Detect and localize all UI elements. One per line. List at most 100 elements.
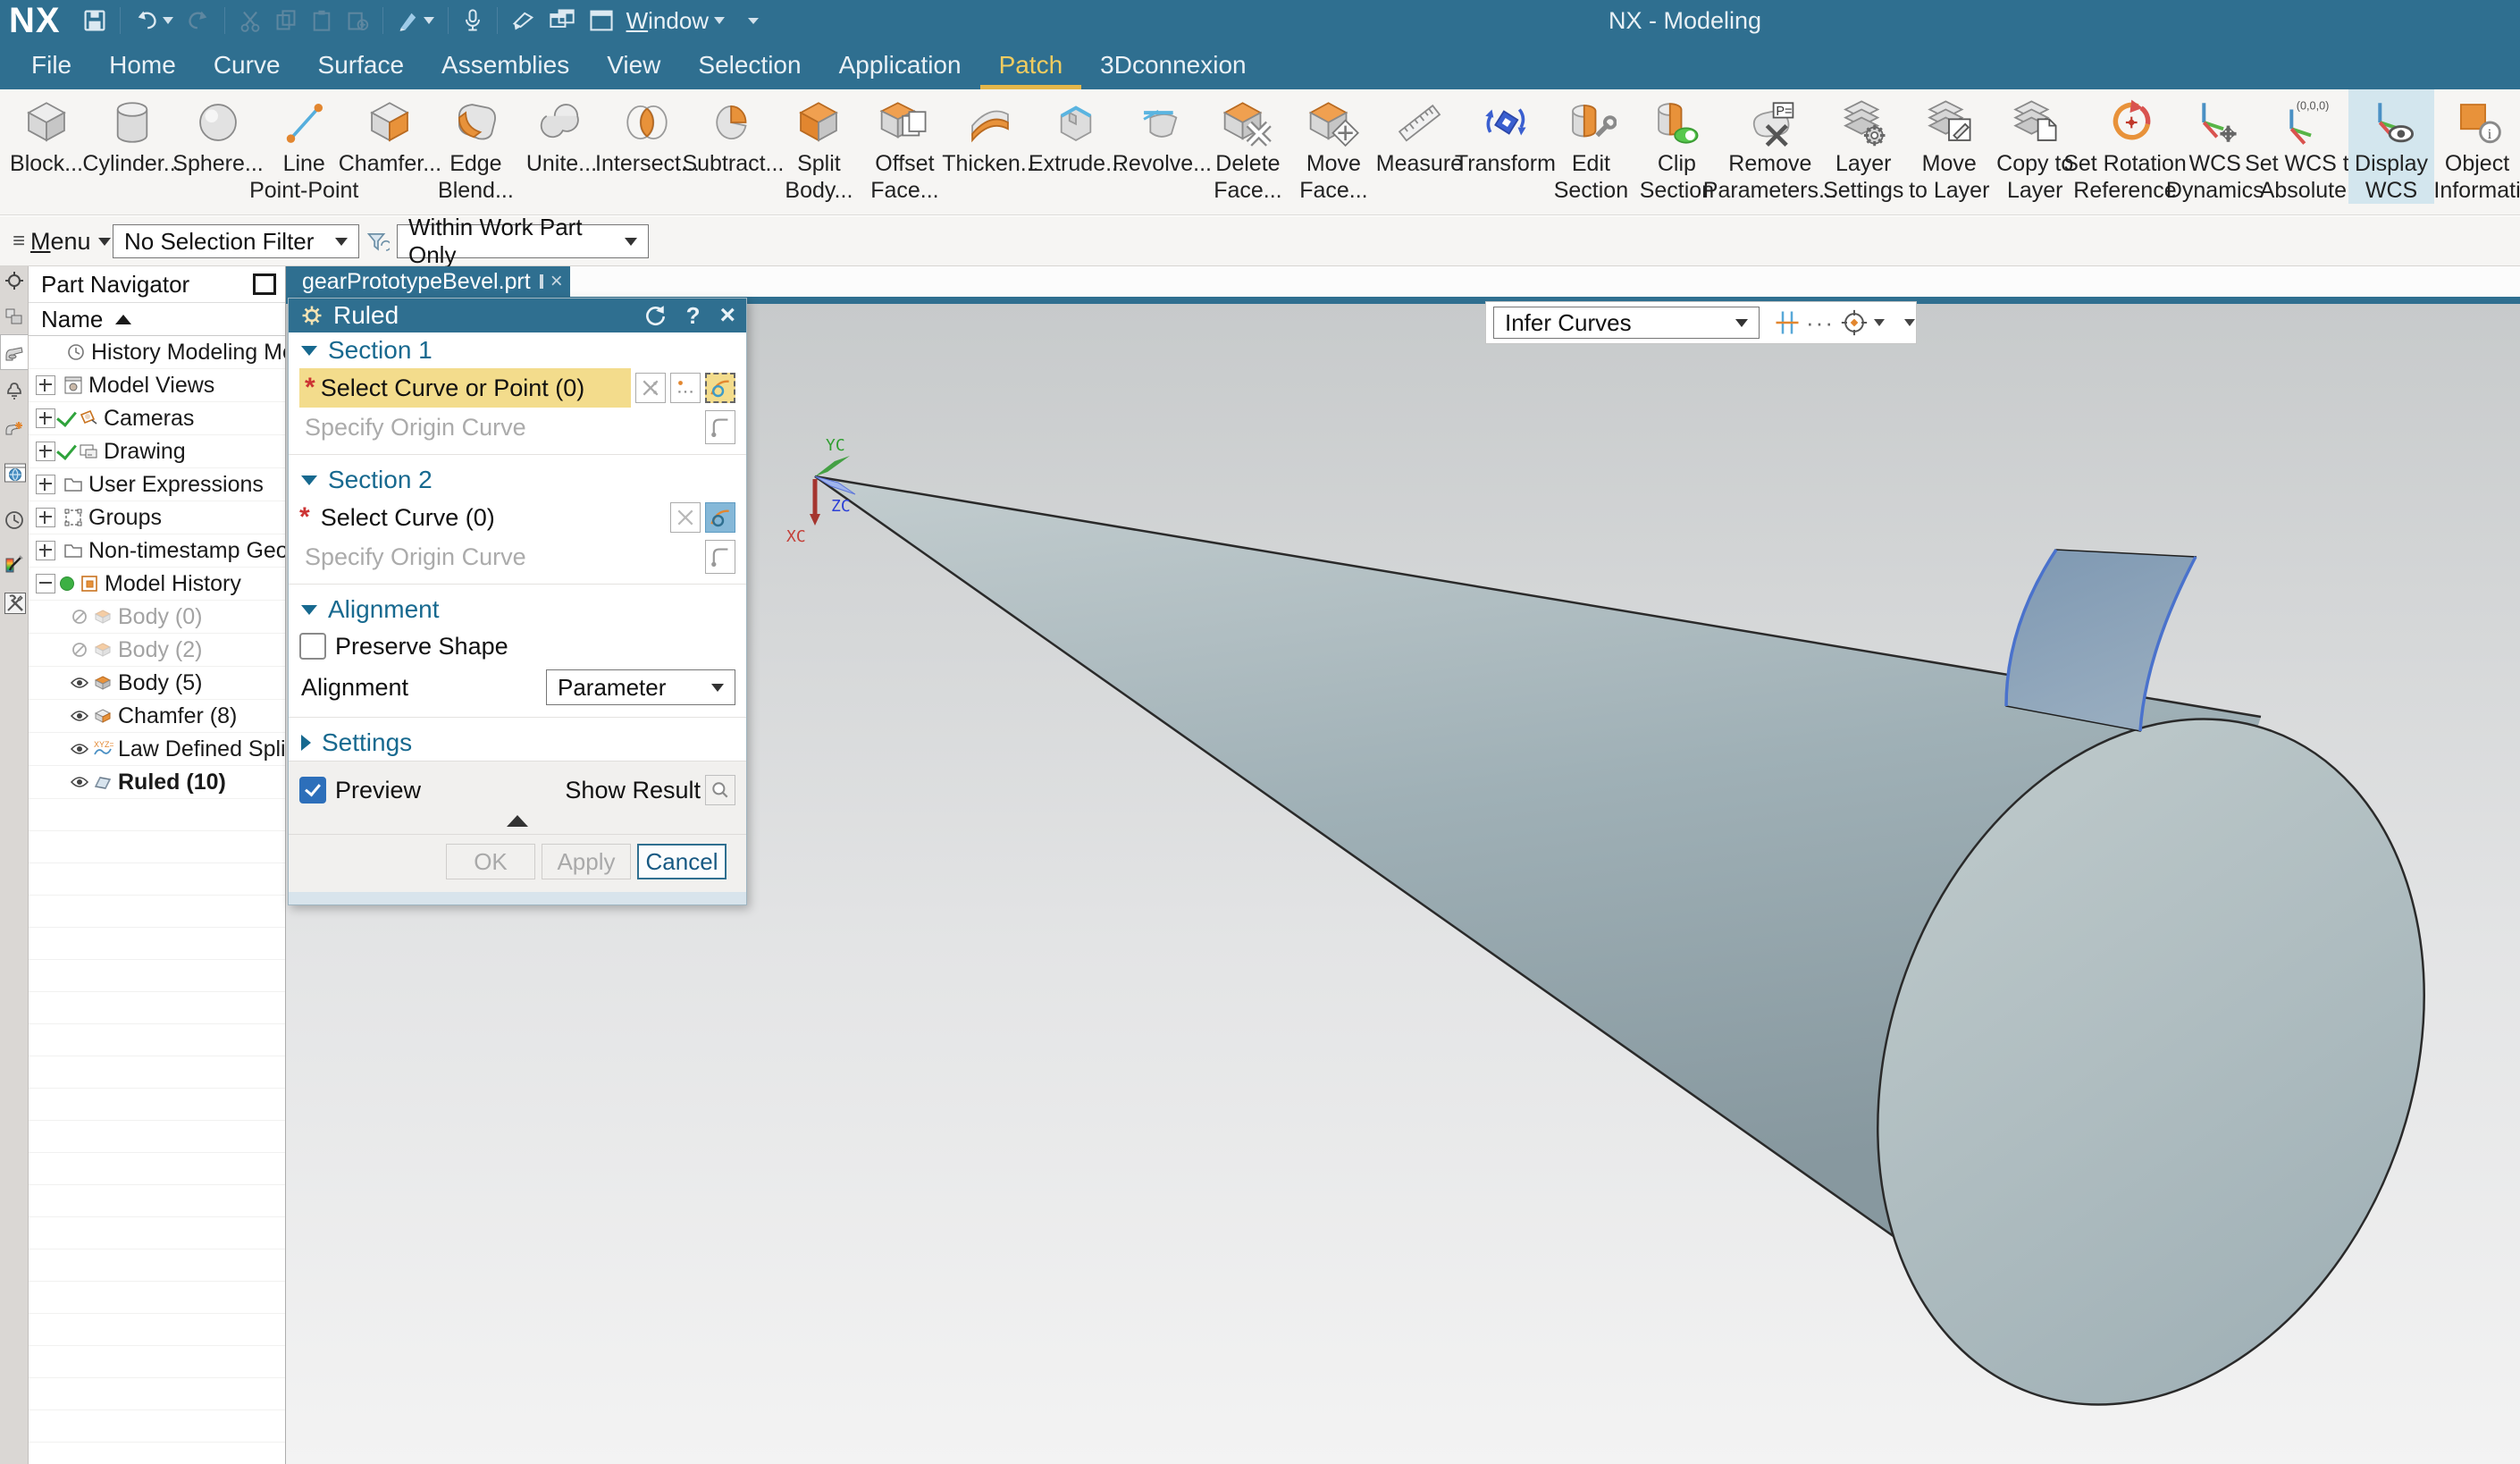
single-window-button[interactable] — [582, 3, 621, 38]
cancel-button[interactable]: Cancel — [637, 844, 727, 879]
ribbon-offset-face[interactable]: OffsetFace... — [861, 89, 947, 204]
ribbon-object-information[interactable]: iObjectInformati — [2434, 89, 2520, 204]
ribbon-thicken[interactable]: Thicken... — [947, 89, 1033, 177]
menu-application[interactable]: Application — [820, 45, 980, 89]
expand-plus-icon[interactable] — [36, 442, 55, 461]
visible-eye-icon[interactable] — [69, 705, 90, 727]
selection-filter-combo[interactable]: No Selection Filter — [113, 224, 359, 258]
preserve-shape-checkbox[interactable] — [299, 633, 326, 660]
ribbon-measure[interactable]: Measure — [1376, 89, 1462, 177]
tree-row-history-mode[interactable]: History Modeling Mode — [29, 336, 285, 369]
menu-curve[interactable]: Curve — [195, 45, 299, 89]
menu-button[interactable]: ≡Menu — [13, 224, 111, 258]
ribbon-line-point-point[interactable]: LinePoint-Point — [261, 89, 347, 204]
tab-close-icon[interactable]: × — [550, 271, 563, 292]
hd3d-tools-icon[interactable] — [4, 418, 25, 440]
dialog-header[interactable]: Ruled ? × — [289, 299, 746, 332]
menu-file[interactable]: File — [13, 45, 90, 89]
history-palette-icon[interactable] — [4, 509, 25, 531]
point-on-target-icon[interactable] — [1840, 308, 1869, 337]
alignment-combo[interactable]: Parameter — [546, 669, 735, 705]
ribbon-unite[interactable]: Unite... — [518, 89, 604, 177]
tree-row-body0[interactable]: Body (0) — [29, 601, 285, 634]
hidden-eye-icon[interactable] — [69, 606, 90, 627]
toolbar-overflow-icon[interactable] — [748, 18, 759, 24]
ribbon-block[interactable]: Block... — [4, 89, 89, 177]
show-result-button[interactable] — [705, 775, 735, 805]
tree-row-ruled[interactable]: Ruled (10) — [29, 766, 285, 799]
tree-row-user-expressions[interactable]: User Expressions — [29, 468, 285, 501]
expand-plus-icon[interactable] — [36, 375, 55, 395]
more-options-icon[interactable]: ··· — [1806, 309, 1835, 337]
ribbon-transform[interactable]: Transform — [1462, 89, 1548, 177]
paste-button[interactable] — [304, 3, 340, 38]
curve-selection-mode-button-active[interactable] — [705, 373, 735, 403]
ok-button[interactable]: OK — [446, 844, 535, 879]
tree-row-non-timestamp[interactable]: Non-timestamp Geometry — [29, 534, 285, 568]
visible-eye-icon[interactable] — [69, 738, 90, 760]
ribbon-set-wcs-absolute[interactable]: (0,0,0)Set WCS toAbsolute — [2258, 89, 2348, 204]
ribbon-sphere[interactable]: Sphere... — [175, 89, 261, 177]
column-header-name[interactable]: Name — [29, 302, 285, 336]
tree-row-cameras[interactable]: Cameras — [29, 402, 285, 435]
point-dialog-button[interactable] — [670, 373, 701, 403]
window-dropdown-icon[interactable] — [714, 17, 725, 24]
cut-button[interactable] — [232, 3, 268, 38]
hidden-eye-icon[interactable] — [69, 639, 90, 660]
dialog-help-icon[interactable]: ? — [686, 302, 701, 330]
toolbar-more-icon[interactable] — [1904, 319, 1915, 326]
origin-curve-button[interactable] — [705, 540, 735, 574]
target-dropdown-icon[interactable] — [1874, 319, 1885, 326]
tree-row-groups[interactable]: Groups — [29, 501, 285, 534]
curve-selection-mode-button[interactable] — [705, 502, 735, 533]
cascade-windows-button[interactable] — [542, 3, 582, 38]
origin-curve-button[interactable] — [705, 410, 735, 444]
curve-rule-combo[interactable]: Infer Curves — [1493, 307, 1760, 339]
paste-special-button[interactable] — [340, 3, 375, 38]
dialog-collapse-control[interactable] — [289, 810, 746, 834]
ribbon-set-rotation-reference[interactable]: Set RotationReference — [2078, 89, 2171, 204]
dialog-reset-icon[interactable] — [643, 304, 667, 327]
ribbon-revolve[interactable]: Revolve... — [1119, 89, 1205, 177]
tree-row-model-history[interactable]: Model History — [29, 568, 285, 601]
ribbon-remove-parameters[interactable]: P=RemoveParameters... — [1719, 89, 1820, 204]
undo-dropdown-icon[interactable] — [163, 17, 173, 24]
tab-float-icon[interactable] — [540, 274, 543, 289]
ribbon-extrude[interactable]: Extrude... — [1033, 89, 1119, 177]
ribbon-copy-to-layer[interactable]: Copy toLayer — [1992, 89, 2078, 204]
menu-patch[interactable]: Patch — [980, 45, 1082, 89]
selection-scope-combo[interactable]: Within Work Part Only — [397, 224, 649, 258]
part-navigator-tab[interactable] — [0, 334, 28, 370]
menu-3dconnexion[interactable]: 3Dconnexion — [1081, 45, 1264, 89]
ribbon-display-wcs[interactable]: DisplayWCS — [2348, 89, 2434, 204]
undo-button[interactable] — [128, 3, 180, 38]
tree-row-chamfer[interactable]: Chamfer (8) — [29, 700, 285, 733]
reuse-library-icon[interactable] — [4, 381, 25, 402]
window-menu[interactable]: Window — [626, 7, 709, 35]
menu-assemblies[interactable]: Assemblies — [423, 45, 588, 89]
ribbon-edit-section[interactable]: EditSection — [1548, 89, 1634, 204]
snap-point-icon[interactable] — [1774, 309, 1801, 336]
ribbon-chamfer[interactable]: Chamfer... — [347, 89, 433, 177]
templates-tools-icon[interactable] — [4, 592, 25, 613]
menu-view[interactable]: View — [588, 45, 679, 89]
expand-plus-icon[interactable] — [36, 408, 55, 428]
expand-plus-icon[interactable] — [36, 508, 55, 527]
ribbon-subtract[interactable]: Subtract... — [690, 89, 776, 177]
collapse-minus-icon[interactable] — [36, 574, 55, 593]
select-curve-label[interactable]: Select Curve (0) — [321, 504, 495, 532]
tree-row-model-views[interactable]: Model Views — [29, 369, 285, 402]
tree-row-law-spline[interactable]: XYZ= Law Defined Spline — [29, 733, 285, 766]
ribbon-layer-settings[interactable]: LayerSettings — [1820, 89, 1906, 204]
menu-surface[interactable]: Surface — [299, 45, 424, 89]
web-browser-icon[interactable] — [4, 461, 25, 483]
save-button[interactable] — [77, 3, 113, 38]
ribbon-split-body[interactable]: SplitBody... — [776, 89, 861, 204]
touch-dropdown-icon[interactable] — [424, 17, 434, 24]
alignment-header[interactable]: Alignment — [289, 592, 746, 627]
ribbon-edge-blend[interactable]: EdgeBlend... — [433, 89, 518, 204]
ribbon-intersect[interactable]: Intersect... — [604, 89, 690, 177]
visual-effects-icon[interactable] — [4, 554, 25, 576]
panel-maximize-icon[interactable] — [253, 273, 276, 295]
ribbon-move-face[interactable]: MoveFace... — [1290, 89, 1376, 204]
